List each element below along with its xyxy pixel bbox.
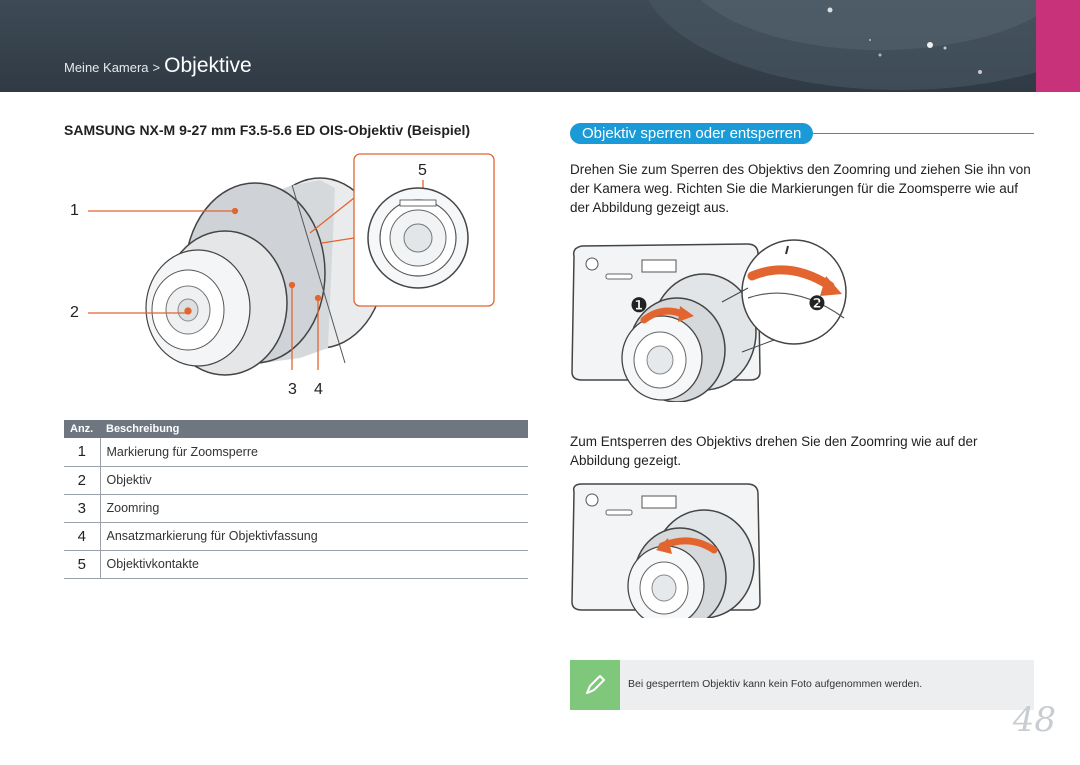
row-num: 3: [64, 494, 101, 523]
camera-lock-illustration: ❶ ❷: [571, 239, 847, 402]
header-decoration: [648, 0, 1080, 90]
step-marker-2: ❷: [808, 291, 826, 315]
row-num: 1: [64, 438, 101, 467]
description-table: Anz. Beschreibung 1 Markierung für Zooms…: [64, 420, 528, 579]
lens-illustration: [88, 153, 495, 376]
callout-number-3: 3: [288, 381, 297, 398]
row-desc: Zoomring: [100, 494, 528, 523]
lock-instructions: Drehen Sie zum Sperren des Objektivs den…: [570, 162, 1031, 215]
table-row: 4 Ansatzmarkierung für Objektivfassung: [64, 522, 528, 551]
table-header-row: Anz. Beschreibung: [64, 420, 528, 438]
breadcrumb-parent[interactable]: Meine Kamera: [64, 60, 149, 75]
mount-detail: [367, 187, 469, 289]
page-header: Meine Kamera > Objektive: [0, 0, 1080, 92]
section-heading: Objektiv sperren oder entsperren: [570, 123, 814, 144]
page-number: 48: [1012, 700, 1056, 740]
step-marker-1: ❶: [630, 293, 648, 317]
row-desc: Ansatzmarkierung für Objektivfassung: [100, 522, 528, 551]
header-accent-bar: [1036, 0, 1080, 92]
table-row: 2 Objektiv: [64, 466, 528, 495]
breadcrumb: Meine Kamera > Objektive: [64, 54, 252, 78]
pencil-note-icon: [570, 660, 620, 710]
callout-number-4: 4: [314, 381, 323, 398]
lens-section-title: SAMSUNG NX-M 9-27 mm F3.5-5.6 ED OIS-Obj…: [64, 122, 471, 138]
table-row: 1 Markierung für Zoomsperre: [64, 438, 528, 467]
callout-number-5: 5: [418, 162, 427, 179]
row-num: 2: [64, 466, 101, 495]
breadcrumb-separator: >: [152, 60, 161, 75]
table-header-desc: Beschreibung: [100, 420, 528, 438]
table-row: 5 Objektivkontakte: [64, 550, 528, 579]
note-text: Bei gesperrtem Objektiv kann kein Foto a…: [628, 678, 923, 690]
lens-body: [145, 177, 386, 376]
callout-number-2: 2: [70, 304, 79, 321]
row-desc: Objektivkontakte: [100, 550, 528, 579]
unlock-instructions: Zum Entsperren des Objektivs drehen Sie …: [570, 434, 978, 468]
row-num: 4: [64, 522, 101, 551]
table-row: 3 Zoomring: [64, 494, 528, 523]
breadcrumb-current: Objektive: [164, 54, 252, 77]
callout-number-1: 1: [70, 202, 79, 219]
camera-unlock-illustration: [571, 483, 761, 618]
row-desc: Objektiv: [100, 466, 528, 495]
note-box: Bei gesperrtem Objektiv kann kein Foto a…: [570, 660, 1034, 710]
row-num: 5: [64, 550, 101, 579]
table-header-num: Anz.: [64, 420, 100, 438]
row-desc: Markierung für Zoomsperre: [100, 438, 528, 467]
